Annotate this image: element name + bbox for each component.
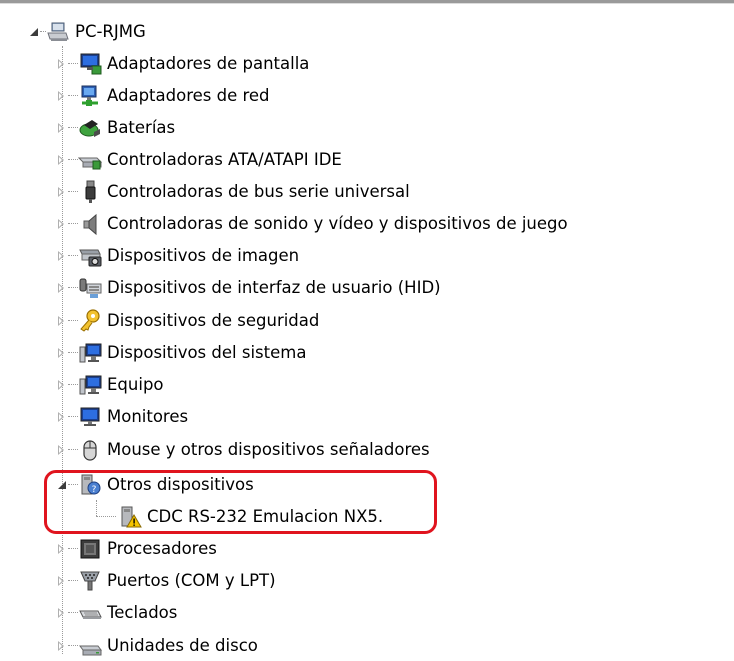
tree-item-label: Dispositivos de interfaz de usuario (HID… <box>107 278 441 297</box>
system-device-icon <box>78 341 102 365</box>
tree-root-label: PC-RJMG <box>75 22 146 41</box>
monitor-icon <box>78 405 102 429</box>
ide-controller-icon <box>78 148 102 172</box>
tree-item-imaging-devices[interactable]: Dispositivos de imagen <box>56 241 299 271</box>
expand-arrow-icon[interactable] <box>56 379 68 391</box>
expand-arrow-icon[interactable] <box>56 315 68 327</box>
tree-item-label: Controladoras ATA/ATAPI IDE <box>107 150 342 169</box>
tree-item-label: Monitores <box>107 407 189 426</box>
tree-item-keyboards[interactable]: Teclados <box>56 598 177 628</box>
port-icon <box>78 569 102 593</box>
tree-item-ports[interactable]: Puertos (COM y LPT) <box>56 566 276 596</box>
mouse-icon <box>78 438 102 462</box>
disk-drive-icon <box>78 634 102 658</box>
tree-item-label: Controladoras de bus serie universal <box>107 182 410 201</box>
expand-arrow-icon[interactable] <box>56 640 68 652</box>
tree-item-usb-controllers[interactable]: Controladoras de bus serie universal <box>56 177 410 207</box>
tree-item-computer[interactable]: Equipo <box>56 370 164 400</box>
tree-item-label: Mouse y otros dispositivos señaladores <box>107 440 430 459</box>
tree-item-label: Dispositivos de seguridad <box>107 311 320 330</box>
tree-item-sound-controllers[interactable]: Controladoras de sonido y vídeo y dispos… <box>56 209 568 239</box>
tree-item-label: Controladoras de sonido y vídeo y dispos… <box>107 214 568 233</box>
tree-item-label: Procesadores <box>107 539 217 558</box>
collapse-arrow-icon[interactable] <box>28 26 40 38</box>
tree-item-label: Baterías <box>107 118 176 137</box>
processor-icon <box>78 537 102 561</box>
tree-item-label: Dispositivos de imagen <box>107 246 300 265</box>
tree-item-hid-devices[interactable]: Dispositivos de interfaz de usuario (HID… <box>56 273 441 303</box>
highlight-box <box>44 470 437 534</box>
key-icon <box>78 309 102 333</box>
expand-arrow-icon[interactable] <box>56 154 68 166</box>
expand-arrow-icon[interactable] <box>56 282 68 294</box>
expand-arrow-icon[interactable] <box>56 444 68 456</box>
expand-arrow-icon[interactable] <box>56 607 68 619</box>
tree-item-label: Puertos (COM y LPT) <box>107 571 276 590</box>
tree-item-label: Equipo <box>107 375 164 394</box>
keyboard-icon <box>78 601 102 625</box>
tree-item-security-devices[interactable]: Dispositivos de seguridad <box>56 306 319 336</box>
tree-item-mice[interactable]: Mouse y otros dispositivos señaladores <box>56 435 430 465</box>
tree-item-batteries[interactable]: Baterías <box>56 113 175 143</box>
tree-item-label: Adaptadores de pantalla <box>107 54 310 73</box>
expand-arrow-icon[interactable] <box>56 58 68 70</box>
expand-arrow-icon[interactable] <box>56 543 68 555</box>
tree-item-ide-controllers[interactable]: Controladoras ATA/ATAPI IDE <box>56 145 342 175</box>
tree-item-monitors[interactable]: Monitores <box>56 402 188 432</box>
device-tree[interactable]: PC-RJMG Adaptadores de pantalla Adaptado… <box>0 0 734 656</box>
computer-icon <box>78 373 102 397</box>
tree-item-processors[interactable]: Procesadores <box>56 534 217 564</box>
camera-icon <box>78 244 102 268</box>
tree-item-label: Teclados <box>107 603 178 622</box>
expand-arrow-icon[interactable] <box>56 347 68 359</box>
display-adapter-icon <box>78 52 102 76</box>
expand-arrow-icon[interactable] <box>56 411 68 423</box>
tree-item-system-devices[interactable]: Dispositivos del sistema <box>56 338 306 368</box>
expand-arrow-icon[interactable] <box>56 218 68 230</box>
network-adapter-icon <box>78 84 102 108</box>
expand-arrow-icon[interactable] <box>56 186 68 198</box>
tree-item-display-adapters[interactable]: Adaptadores de pantalla <box>56 49 309 79</box>
speaker-icon <box>78 212 102 236</box>
expand-arrow-icon[interactable] <box>56 122 68 134</box>
expand-arrow-icon[interactable] <box>56 90 68 102</box>
tree-item-network-adapters[interactable]: Adaptadores de red <box>56 81 270 111</box>
usb-icon <box>78 180 102 204</box>
hid-icon <box>78 276 102 300</box>
battery-icon <box>78 116 102 140</box>
tree-item-label: Dispositivos del sistema <box>107 343 307 362</box>
expand-arrow-icon[interactable] <box>56 575 68 587</box>
computer-icon <box>46 20 70 44</box>
expand-arrow-icon[interactable] <box>56 250 68 262</box>
tree-root[interactable]: PC-RJMG <box>28 17 146 47</box>
tree-item-label: Adaptadores de red <box>107 86 270 105</box>
tree-item-disk-drives[interactable]: Unidades de disco <box>56 631 258 661</box>
tree-item-label: Unidades de disco <box>107 636 258 655</box>
